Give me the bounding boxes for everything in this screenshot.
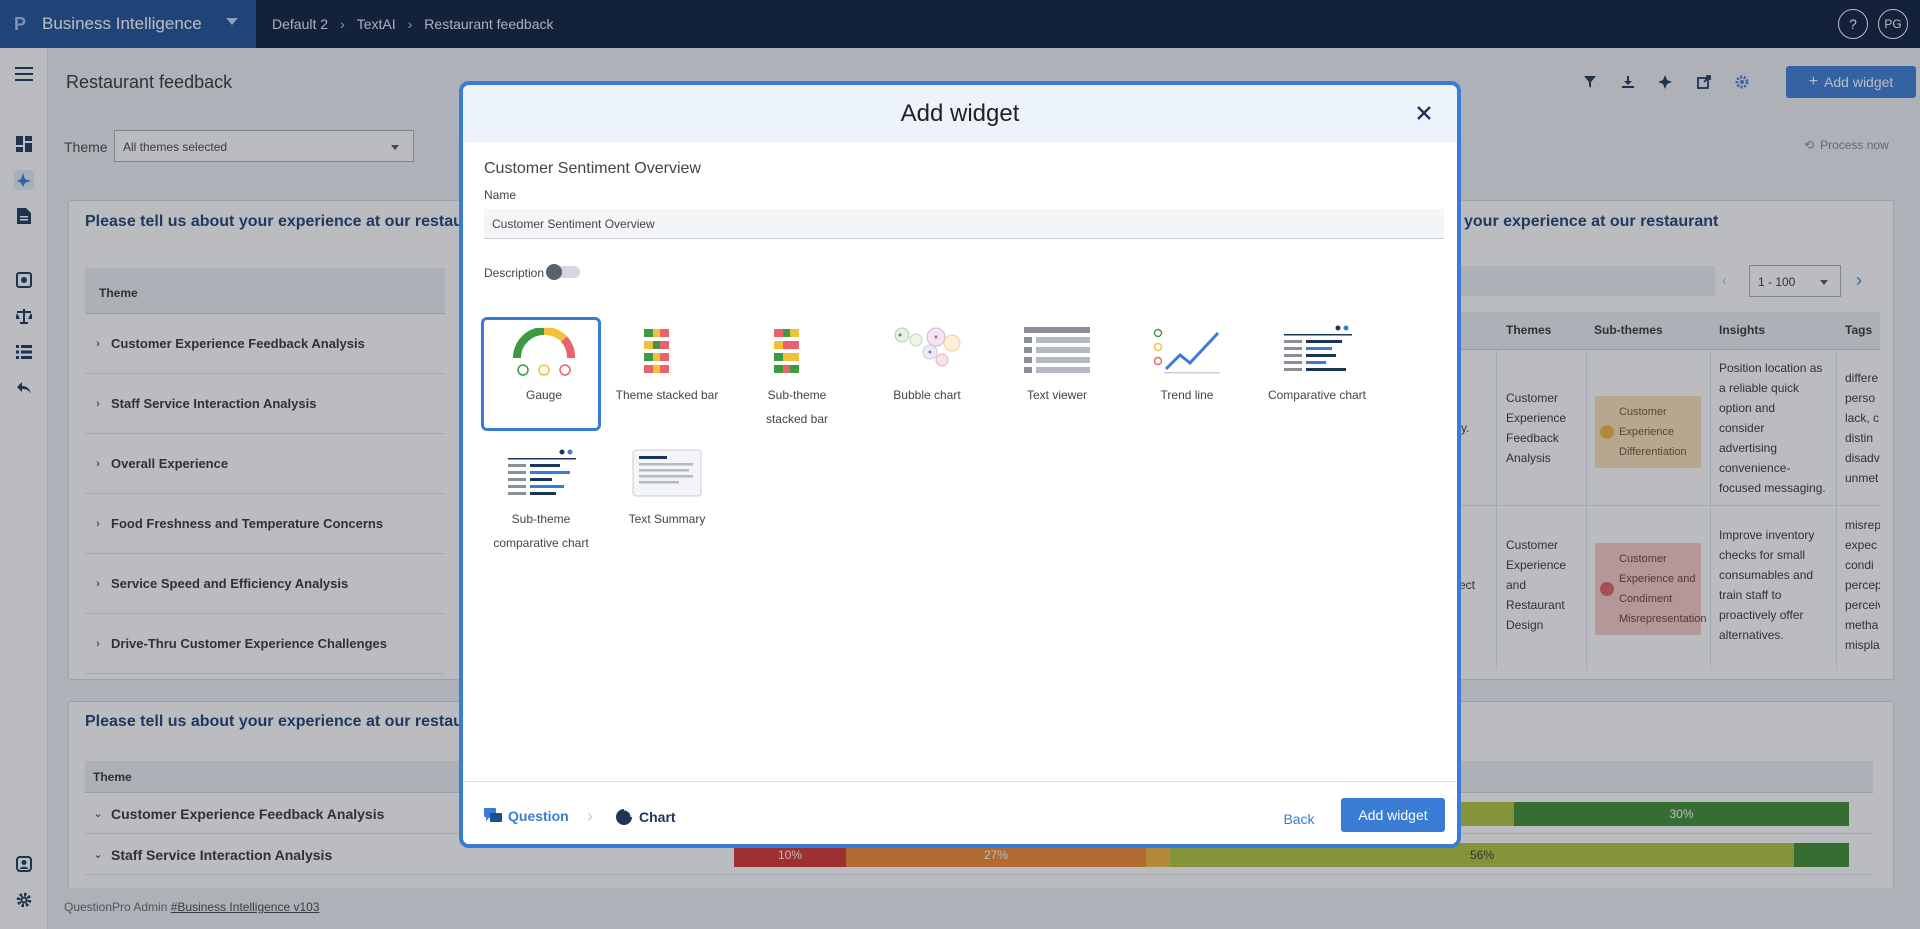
back-button[interactable]: Back [1269,804,1329,834]
widget-type-bubble-chart[interactable]: Bubble chart [867,317,987,431]
description-toggle[interactable] [546,264,580,280]
step-chart-label: Chart [639,809,676,825]
chevron-right-icon: › [587,806,593,826]
dialog-footer: Question › Chart Back Add widget [463,781,1457,844]
comparative-chart-icon [1284,325,1352,371]
widget-type-label: Text Summary [628,512,706,526]
dialog-header: Add widget [463,85,1457,142]
sub-theme-comparative-chart-icon [508,449,576,495]
widget-type-label: Theme stacked bar [615,388,719,402]
widget-type-label: Sub-theme stacked bar [765,388,829,426]
widget-type-comparative-chart[interactable]: Comparative chart [1257,317,1377,431]
step-question-label: Question [508,808,569,824]
name-input[interactable] [484,209,1444,239]
widget-type-text-summary[interactable]: Text Summary [607,441,727,555]
widget-type-text-viewer[interactable]: Text viewer [997,317,1117,431]
widget-type-label: Comparative chart [1267,388,1367,402]
widget-type-trend-line[interactable]: Trend line [1127,317,1247,431]
close-icon[interactable] [1413,102,1435,124]
bubble-chart-icon [894,327,961,367]
stacked-bar-icon [644,329,669,373]
widget-type-label: Gauge [525,388,563,402]
text-viewer-icon [1024,327,1090,373]
toggle-knob [546,264,562,280]
widget-type-sub-theme-stacked-bar[interactable]: Sub-theme stacked bar [737,317,857,431]
add-widget-dialog: Add widget Customer Sentiment Overview N… [459,81,1461,848]
widget-type-label: Text viewer [1026,388,1088,402]
description-label: Description [484,266,545,280]
widget-type-theme-stacked-bar[interactable]: Theme stacked bar [607,317,727,431]
widget-type-label: Trend line [1160,388,1214,402]
widget-type-sub-theme-comparative-chart[interactable]: Sub-theme comparative chart [481,441,601,555]
step-chart[interactable]: Chart [615,808,676,826]
add-widget-confirm-button[interactable]: Add widget [1341,798,1445,832]
chat-icon [484,808,502,822]
widget-type-gauge[interactable]: Gauge [481,317,601,431]
gauge-icon [513,328,575,376]
sub-theme-stacked-bar-icon [774,329,799,373]
step-question[interactable]: Question [484,808,569,824]
name-label: Name [484,188,517,202]
dialog-title: Add widget [900,100,1020,127]
widget-type-label: Bubble chart [893,388,961,402]
trend-line-icon [1153,328,1220,374]
pie-chart-icon [616,809,632,825]
text-summary-icon [632,449,702,497]
widget-type-label: Sub-theme comparative chart [493,512,589,550]
widget-name-heading: Customer Sentiment Overview [484,160,701,177]
